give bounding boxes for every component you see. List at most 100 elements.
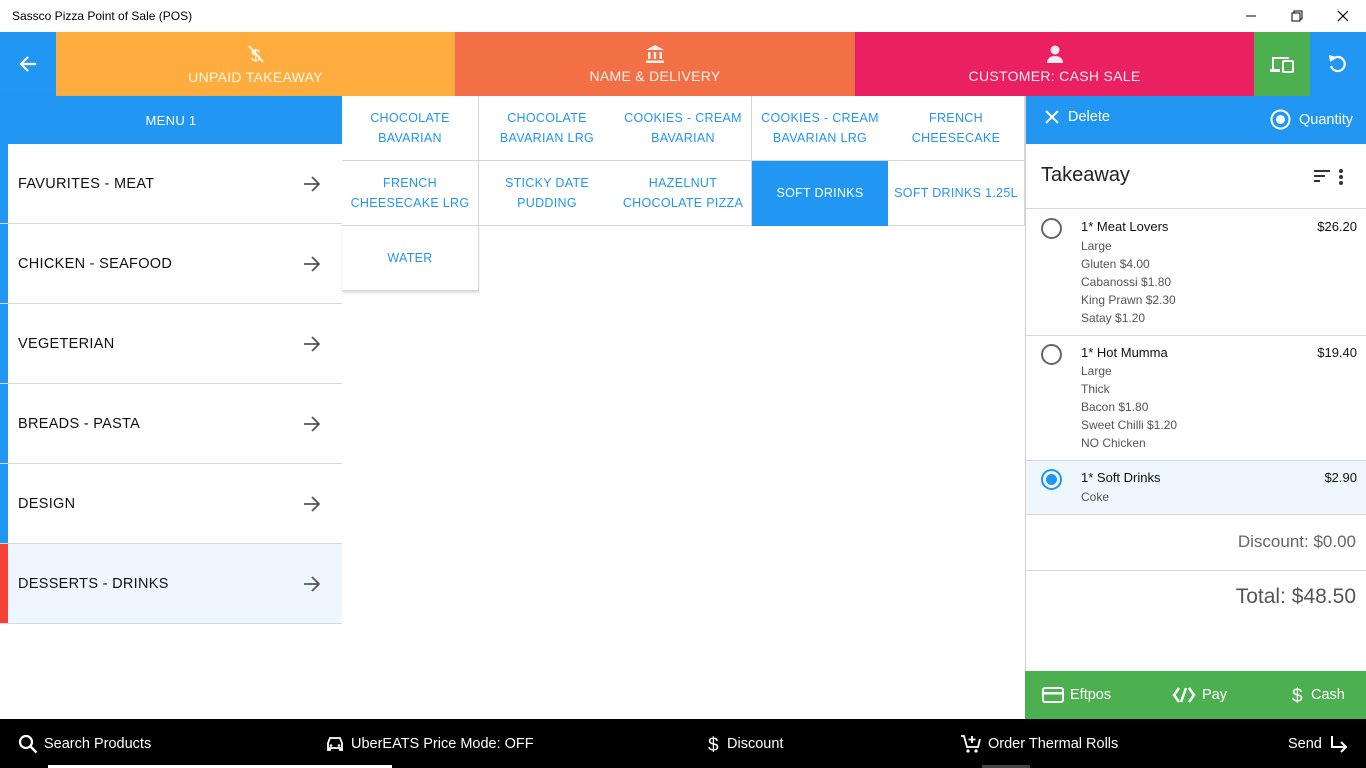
delete-button[interactable]: Delete: [1044, 109, 1110, 125]
product-cookies-cream-bavarian-lrg[interactable]: COOKIES - CREAM BAVARIAN LRG: [752, 96, 889, 161]
order-thermal-rolls-button[interactable]: Order Thermal Rolls: [960, 719, 1118, 768]
arrow-right-icon: [304, 336, 321, 352]
search-products-label: Search Products: [44, 735, 152, 752]
product-french-cheesecake-lrg[interactable]: FRENCH CHEESECAKE LRG: [342, 161, 479, 226]
item-price: $2.90: [1324, 470, 1357, 485]
product-water[interactable]: WATER: [342, 226, 479, 291]
item-modifier: Satay $1.20: [1081, 311, 1146, 325]
more-vert-icon[interactable]: [1338, 168, 1344, 186]
restore-button[interactable]: [1274, 0, 1320, 32]
discount-text: Discount: $0.00: [1237, 532, 1356, 551]
item-modifier: Sweet Chilli $1.20: [1081, 418, 1178, 432]
category-chicken-seafood[interactable]: CHICKEN - SEAFOOD: [0, 224, 342, 304]
category-color-bar: [0, 304, 8, 383]
refresh-icon: [1329, 55, 1346, 73]
product-sticky-date-pudding[interactable]: STICKY DATE PUDDING: [479, 161, 616, 226]
arrow-right-icon: [304, 496, 321, 512]
customer-label: CUSTOMER: CASH SALE: [968, 68, 1141, 84]
discount-label: Discount: [727, 735, 784, 752]
category-design[interactable]: DESIGN: [0, 464, 342, 544]
send-label: Send: [1288, 735, 1322, 752]
category-color-bar: [0, 384, 8, 463]
category-color-bar: [0, 544, 8, 623]
category-breads-pasta[interactable]: BREADS - PASTA: [0, 384, 342, 464]
item-modifier: Thick: [1081, 382, 1110, 396]
divider: [1026, 570, 1366, 571]
order-type-title: Takeaway: [1041, 164, 1130, 186]
ubereats-label: UberEATS Price Mode: OFF: [351, 735, 534, 752]
menu-title-button[interactable]: MENU 1: [0, 96, 342, 144]
product-hazelnut-chocolate-pizza[interactable]: HAZELNUT CHOCOLATE PIZZA: [615, 161, 752, 226]
delete-label: Delete: [1068, 109, 1110, 125]
devices-icon: [1270, 57, 1294, 73]
close-icon: [1045, 110, 1059, 124]
category-label: DESSERTS - DRINKS: [18, 575, 169, 592]
sort-icon[interactable]: [1313, 169, 1331, 183]
svg-text:$: $: [1292, 686, 1303, 705]
name-delivery-button[interactable]: NAME & DELIVERY: [455, 32, 855, 96]
back-button[interactable]: [0, 32, 56, 96]
item-modifier: Large: [1081, 364, 1112, 378]
unpaid-takeaway-button[interactable]: $ UNPAID TAKEAWAY: [56, 32, 455, 96]
dollar-icon: $: [1292, 686, 1303, 705]
category-desserts-drinks[interactable]: DESSERTS - DRINKS: [0, 544, 342, 624]
eftpos-label: Eftpos: [1070, 687, 1112, 703]
arrow-right-icon: [304, 256, 321, 272]
ubereats-price-mode-button[interactable]: UberEATS Price Mode: OFF: [325, 719, 534, 768]
payment-bar: Eftpos Pay $ Cash: [1025, 671, 1366, 719]
item-price: $26.20: [1317, 219, 1357, 234]
product-cookies-cream-bavarian[interactable]: COOKIES - CREAM BAVARIAN: [615, 96, 752, 161]
item-modifier: Bacon $1.80: [1081, 400, 1149, 414]
arrow-left-icon: [19, 56, 36, 72]
item-modifier: Coke: [1081, 490, 1110, 504]
devices-button[interactable]: [1254, 32, 1310, 96]
product-chocolate-bavarian[interactable]: CHOCOLATE BAVARIAN: [342, 96, 479, 161]
eftpos-button[interactable]: Eftpos: [1042, 671, 1111, 719]
pay-button[interactable]: Pay: [1172, 671, 1227, 719]
category-label: VEGETERIAN: [18, 335, 115, 352]
cash-label: Cash: [1311, 687, 1345, 703]
item-modifier: King Prawn $2.30: [1081, 293, 1176, 307]
top-action-bar: $ UNPAID TAKEAWAY NAME & DELIVERY CUSTOM…: [0, 32, 1366, 96]
quantity-button[interactable]: Quantity: [1270, 109, 1353, 130]
minimize-button[interactable]: [1228, 0, 1274, 32]
search-products-button[interactable]: Search Products: [18, 719, 151, 768]
send-arrow-icon: [1330, 735, 1348, 753]
discount-button[interactable]: $ Discount: [707, 719, 783, 768]
category-color-bar: [0, 144, 8, 223]
order-item[interactable]: 1* Meat Lovers $26.20 Large Gluten $4.00…: [1026, 210, 1366, 336]
pay-label: Pay: [1202, 687, 1227, 703]
category-favurites-meat[interactable]: FAVURITES - MEAT: [0, 144, 342, 224]
product-soft-drinks-125l[interactable]: SOFT DRINKS 1.25L: [888, 161, 1025, 226]
item-modifiers: Coke: [1081, 488, 1109, 506]
search-icon: [18, 734, 38, 753]
product-french-cheesecake[interactable]: FRENCH CHEESECAKE: [888, 96, 1025, 161]
item-radio[interactable]: [1041, 344, 1062, 365]
restore-icon: [1291, 10, 1303, 22]
thermal-rolls-label: Order Thermal Rolls: [988, 735, 1119, 752]
send-button[interactable]: Send: [1288, 719, 1350, 768]
person-icon: [1046, 45, 1063, 63]
item-radio[interactable]: [1041, 469, 1062, 490]
order-item[interactable]: 1* Soft Drinks $2.90 Coke: [1026, 461, 1366, 515]
category-vegeterian[interactable]: VEGETERIAN: [0, 304, 342, 384]
order-panel: Delete Quantity Takeaway 1* Meat Lovers …: [1025, 96, 1366, 719]
item-name: 1* Hot Mumma: [1081, 345, 1168, 360]
item-modifier: Cabanossi $1.80: [1081, 275, 1172, 289]
item-modifiers: Large Thick Bacon $1.80 Sweet Chilli $1.…: [1081, 362, 1177, 452]
category-label: BREADS - PASTA: [18, 415, 141, 432]
product-soft-drinks[interactable]: SOFT DRINKS: [752, 161, 889, 226]
order-item[interactable]: 1* Hot Mumma $19.40 Large Thick Bacon $1…: [1026, 336, 1366, 461]
cash-button[interactable]: $ Cash: [1291, 671, 1345, 719]
window-title: Sassco Pizza Point of Sale (POS): [12, 9, 193, 23]
minimize-icon: [1246, 15, 1256, 17]
item-radio[interactable]: [1041, 218, 1062, 239]
refresh-button[interactable]: [1310, 32, 1366, 96]
product-chocolate-bavarian-lrg[interactable]: CHOCOLATE BAVARIAN LRG: [479, 96, 616, 161]
radio-target-icon: [1270, 109, 1291, 130]
customer-button[interactable]: CUSTOMER: CASH SALE: [855, 32, 1254, 96]
pay-icon: [1172, 687, 1196, 703]
close-window-button[interactable]: [1320, 0, 1366, 32]
category-color-bar: [0, 224, 8, 303]
divider: [1026, 208, 1366, 209]
